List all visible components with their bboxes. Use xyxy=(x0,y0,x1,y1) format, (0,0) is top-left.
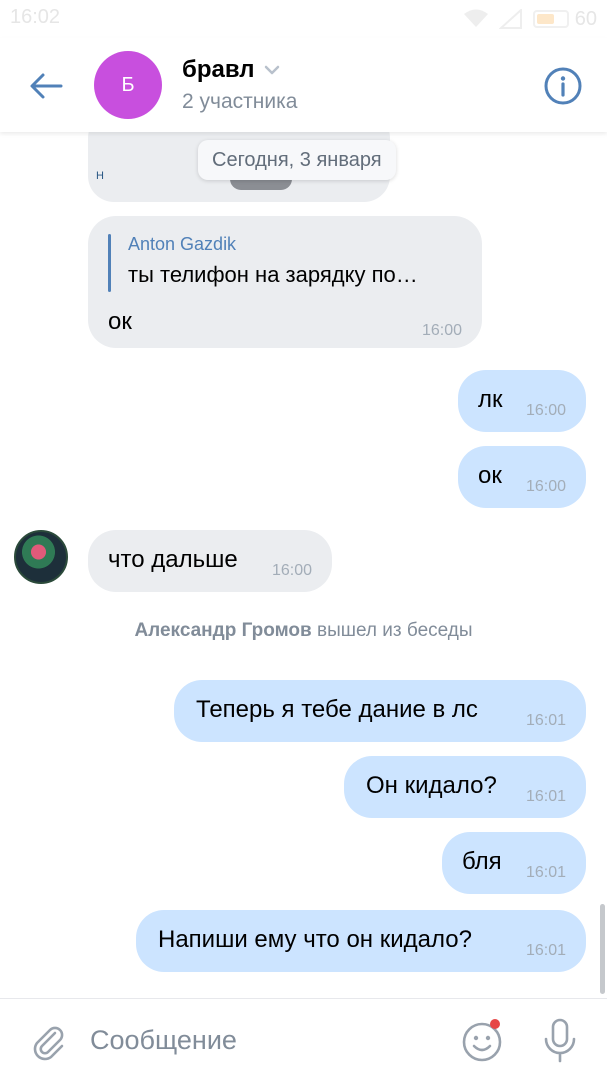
chat-title-text: бравл xyxy=(182,56,255,83)
reply-quote-text[interactable]: ты телифон на зарядку по… xyxy=(128,262,418,288)
battery-level xyxy=(536,14,554,24)
message-time: 16:00 xyxy=(421,322,462,339)
chat-participants-count: 2 участника xyxy=(182,90,298,113)
message-time: 16:00 xyxy=(525,402,566,419)
reply-author[interactable]: Anton Gazdik xyxy=(128,234,236,255)
microphone-icon xyxy=(544,1018,576,1063)
battery-percent: 60 xyxy=(574,7,597,30)
chevron-down-icon xyxy=(264,65,279,75)
date-divider: Сегодня, 3 января xyxy=(198,140,396,180)
chat-avatar-letter: Б xyxy=(121,73,135,96)
battery-indicator: 60 xyxy=(532,7,597,31)
arrow-left-icon xyxy=(30,73,63,99)
attach-button[interactable] xyxy=(28,1021,68,1061)
paperclip-icon xyxy=(33,1026,64,1061)
message-time: 16:01 xyxy=(525,942,566,959)
message-text: бля xyxy=(462,848,502,875)
service-message: Александр Громов вышел из беседы xyxy=(0,620,607,642)
message-composer xyxy=(0,998,607,1080)
message-list[interactable]: Н Сегодня, 3 января Anton Gazdik ты тели… xyxy=(0,132,607,998)
chat-header: Б бравл 2 участника xyxy=(0,38,607,132)
partial-link-fragment: Н xyxy=(96,170,104,182)
message-bubble-outgoing[interactable]: лк 16:00 xyxy=(458,370,586,432)
message-text: Напиши ему что он кидало? xyxy=(158,926,472,953)
message-text: Он кидало? xyxy=(366,772,497,799)
message-time: 16:01 xyxy=(525,864,566,881)
status-bar: 16:02 60 xyxy=(0,0,607,38)
message-text: Теперь я тебе дание в лс xyxy=(196,696,478,723)
sender-avatar[interactable] xyxy=(14,530,68,584)
wifi-icon xyxy=(463,9,489,29)
message-bubble-outgoing[interactable]: ок 16:00 xyxy=(458,446,586,508)
chat-title[interactable]: бравл xyxy=(182,56,281,84)
message-bubble-incoming[interactable]: что дальше 16:00 xyxy=(88,530,332,592)
message-bubble-incoming[interactable]: Anton Gazdik ты телифон на зарядку по… о… xyxy=(88,216,482,348)
battery-icon xyxy=(532,10,569,28)
message-bubble-outgoing[interactable]: бля 16:01 xyxy=(442,832,586,894)
info-button[interactable] xyxy=(543,66,583,106)
emoji-button[interactable] xyxy=(460,1019,504,1063)
scrollbar[interactable] xyxy=(600,904,605,994)
info-icon xyxy=(544,67,582,105)
message-text: что дальше xyxy=(108,546,238,573)
signal-icon xyxy=(498,9,523,29)
service-message-user[interactable]: Александр Громов xyxy=(134,620,311,641)
message-text: ок xyxy=(478,462,502,489)
status-indicators: 60 xyxy=(463,6,597,32)
message-text: ок xyxy=(108,308,132,335)
message-time: 16:01 xyxy=(525,712,566,729)
chat-avatar[interactable]: Б xyxy=(94,51,162,119)
message-time: 16:00 xyxy=(271,562,312,579)
message-bubble-outgoing[interactable]: Теперь я тебе дание в лс 16:01 xyxy=(174,680,586,742)
message-time: 16:00 xyxy=(525,478,566,495)
message-bubble-outgoing[interactable]: Он кидало? 16:01 xyxy=(344,756,586,818)
service-message-action: вышел из беседы xyxy=(317,620,473,641)
voice-message-button[interactable] xyxy=(540,1017,580,1065)
back-button[interactable] xyxy=(26,66,66,106)
status-time: 16:02 xyxy=(10,6,61,28)
message-text: лк xyxy=(478,386,503,413)
message-input[interactable] xyxy=(90,1015,430,1065)
reply-quote-bar xyxy=(108,234,111,292)
message-time: 16:01 xyxy=(525,788,566,805)
message-bubble-outgoing[interactable]: Напиши ему что он кидало? 16:01 xyxy=(136,910,586,972)
notification-dot xyxy=(490,1019,500,1029)
